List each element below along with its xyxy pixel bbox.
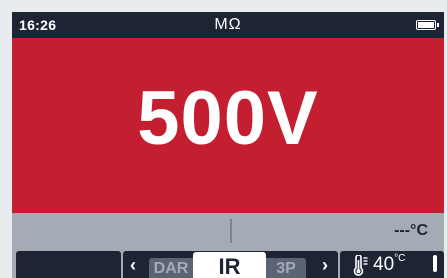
measurement-unit: MΩ — [214, 16, 242, 33]
thermometer-icon — [351, 254, 371, 278]
tab-temperature[interactable]: 40°C — [340, 251, 444, 278]
device-screen: 16:26 MΩ 500V ---°C ‹ DAR IR 3P › 40°C — [12, 12, 444, 278]
mode-ir-tab[interactable]: IR — [193, 252, 266, 278]
test-voltage-value: 500V — [137, 76, 319, 161]
battery-full-icon — [416, 20, 439, 30]
info-row: ---°C — [12, 213, 444, 249]
main-display: 500V — [12, 38, 444, 213]
mode-3p-tab[interactable]: 3P — [266, 258, 306, 278]
tab-blank[interactable] — [16, 251, 121, 278]
mode-dar-tab[interactable]: DAR — [149, 258, 193, 278]
temperature-reading: ---°C — [394, 222, 428, 239]
scroll-indicator — [433, 255, 437, 272]
chevron-right-icon[interactable]: › — [322, 255, 328, 276]
tab-bar: ‹ DAR IR 3P › 40°C — [12, 249, 444, 278]
temperature-value: 40°C — [373, 252, 406, 275]
chevron-left-icon[interactable]: ‹ — [130, 255, 136, 276]
info-divider — [230, 219, 232, 243]
mode-selector: ‹ DAR IR 3P › — [123, 251, 338, 278]
status-bar: 16:26 MΩ — [12, 12, 444, 38]
